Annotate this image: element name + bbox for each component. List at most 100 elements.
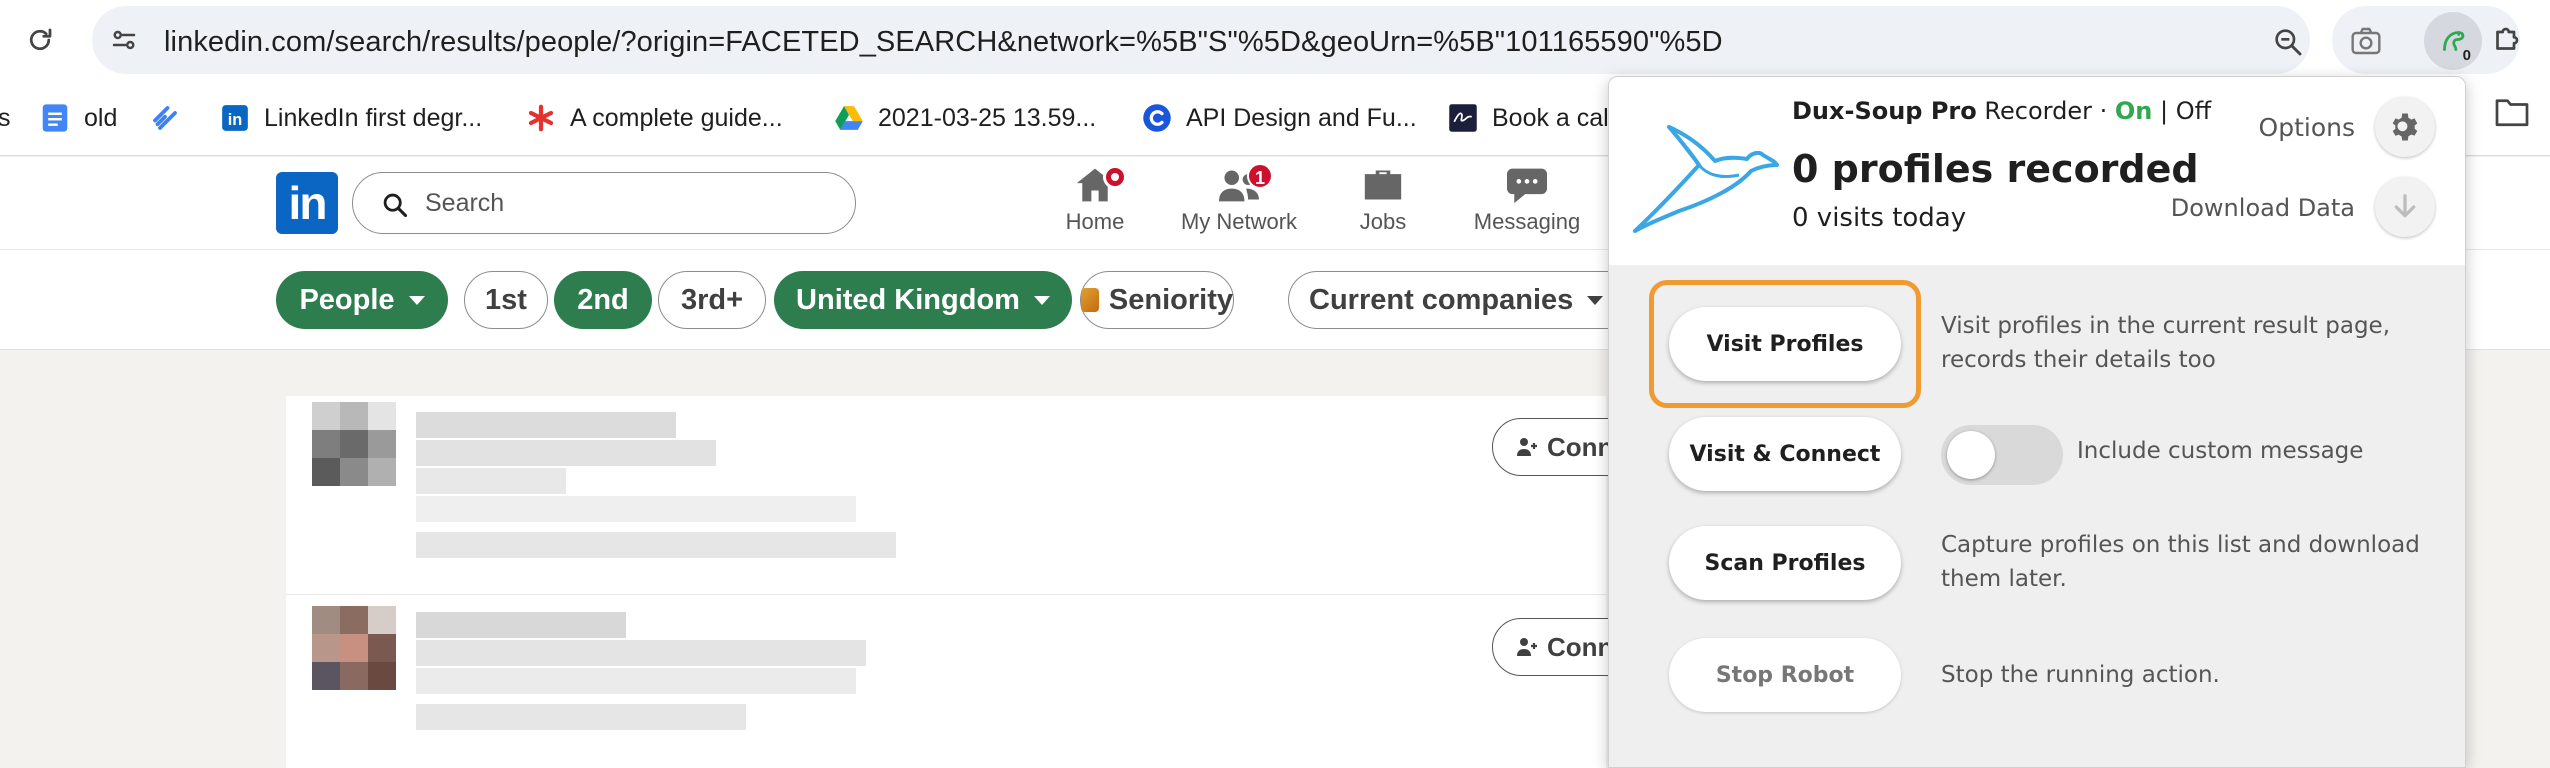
action-row-stop-robot: Stop Robot Stop the running action. (1609, 630, 2465, 720)
divider (286, 594, 1606, 595)
camera-icon[interactable] (2350, 26, 2382, 61)
chevron-down-icon (1587, 295, 1604, 305)
options-button[interactable] (2375, 97, 2435, 157)
filter-label: People (299, 283, 395, 316)
linkedin-logo[interactable]: in (276, 172, 338, 234)
result-row[interactable]: Connect (286, 396, 1652, 596)
filter-label: 3rd+ (680, 283, 744, 316)
bookmark-item[interactable]: Book a cal (1448, 96, 1609, 140)
visit-profiles-button[interactable]: Visit Profiles (1669, 307, 1901, 381)
linkedin-icon: in (220, 103, 250, 133)
chevron-down-icon (1033, 295, 1050, 305)
blurred-mutual (416, 704, 746, 730)
action-description: Capture profiles on this list and downlo… (1941, 532, 2420, 592)
blurred-headline (416, 640, 866, 666)
options-label[interactable]: Options (2259, 113, 2355, 142)
blurred-headline (416, 440, 716, 466)
stop-robot-button[interactable]: Stop Robot (1669, 638, 1901, 712)
signature-icon (1448, 103, 1478, 133)
home-icon (1073, 165, 1127, 205)
download-data-label[interactable]: Download Data (2171, 194, 2355, 222)
recorder-off-toggle[interactable]: Off (2176, 97, 2211, 125)
bookmark-item[interactable]: in LinkedIn first degr... (220, 96, 482, 140)
product-name: Dux-Soup Pro (1792, 97, 1977, 125)
bookmark-label: Book a cal (1492, 103, 1609, 132)
add-person-icon (1517, 638, 1537, 656)
duxsoup-popup: Dux-Soup Pro Recorder · On | Off 0 profi… (1608, 76, 2466, 768)
extensions-puzzle-icon[interactable] (2490, 20, 2526, 61)
action-row-scan-profiles: Scan Profiles Capture profiles on this l… (1609, 518, 2465, 608)
bookmark-item[interactable]: old (40, 96, 117, 140)
filter-1st[interactable]: 1st (464, 271, 548, 329)
drive-icon (834, 103, 864, 133)
linkedin-search-box[interactable] (352, 172, 856, 234)
bookmark-item[interactable]: API Design and Fu... (1142, 96, 1417, 140)
bookmark-label: old (84, 103, 118, 132)
bookmark-item[interactable]: A complete guide... (526, 96, 783, 140)
custom-message-toggle[interactable] (1941, 425, 2063, 485)
avatar[interactable] (312, 402, 396, 486)
messaging-icon (1505, 165, 1549, 205)
bookmark-item[interactable] (150, 96, 180, 140)
nav-messaging[interactable]: Messaging (1462, 165, 1592, 245)
network-icon: 1 (1217, 163, 1273, 205)
duxsoup-extension-icon[interactable]: 0 (2424, 12, 2482, 70)
filter-seniority[interactable]: Seniority (1080, 271, 1234, 329)
nav-my-network[interactable]: 1 My Network (1174, 163, 1304, 245)
zoom-out-icon[interactable] (2272, 26, 2304, 63)
download-data-button[interactable] (2375, 177, 2435, 237)
browser-toolbar: linkedin.com/search/results/people/?orig… (0, 0, 2550, 80)
nav-home[interactable]: Home (1030, 165, 1160, 245)
filter-3rd-plus[interactable]: 3rd+ (658, 271, 766, 329)
reload-icon[interactable] (22, 22, 58, 58)
c-icon (1142, 103, 1172, 133)
avatar[interactable] (312, 606, 396, 690)
site-info-icon[interactable] (106, 22, 142, 58)
svg-text:in: in (228, 111, 243, 129)
nav-label: My Network (1180, 209, 1298, 234)
download-arrow-icon (2394, 194, 2416, 218)
notification-badge: 1 (1247, 163, 1273, 189)
scan-profiles-button[interactable]: Scan Profiles (1669, 526, 1901, 600)
blurred-name (416, 612, 626, 638)
bookmark-item[interactable]: 2021-03-25 13.59... (834, 96, 1096, 140)
visit-and-connect-button[interactable]: Visit & Connect (1669, 417, 1901, 491)
blurred-name (416, 412, 676, 438)
url-text[interactable]: linkedin.com/search/results/people/?orig… (164, 26, 1723, 59)
result-row[interactable]: Connect (286, 596, 1652, 768)
asterisk-icon (526, 103, 556, 133)
filter-label: Current companies (1309, 283, 1574, 316)
bookmark-label: 2021-03-25 13.59... (878, 103, 1097, 132)
visits-today-count: 0 visits today (1792, 203, 1967, 233)
address-bar[interactable]: linkedin.com/search/results/people/?orig… (92, 6, 2369, 74)
notification-dot (1103, 165, 1127, 189)
action-description: Visit profiles in the current result pag… (1941, 313, 2391, 373)
bookmark-label: s (0, 103, 11, 132)
blurred-mutual (416, 532, 896, 558)
recorder-label: Recorder · (1976, 97, 2115, 125)
nav-label: Home (1065, 209, 1125, 234)
search-results-list: Connect Connect (286, 396, 1652, 768)
recorder-on-toggle[interactable]: On (2115, 97, 2153, 125)
filter-current-companies[interactable]: Current companies (1288, 271, 1608, 329)
blurred-location (416, 668, 856, 694)
add-person-icon (1517, 438, 1537, 456)
bookmark-label: LinkedIn first degr... (264, 103, 483, 132)
chevron-down-icon (408, 295, 425, 305)
bookmark-item[interactable]: s (0, 96, 11, 140)
filter-label: United Kingdom (796, 283, 1020, 316)
folder-icon[interactable] (2494, 96, 2530, 133)
filter-location-dropdown[interactable]: United Kingdom (774, 271, 1072, 329)
filter-people-dropdown[interactable]: People (276, 271, 448, 329)
nav-jobs[interactable]: Jobs (1318, 165, 1448, 245)
bookmark-label: A complete guide... (570, 103, 783, 132)
custom-message-label: Include custom message (2077, 438, 2364, 464)
separator: | (2152, 97, 2176, 125)
search-input[interactable] (425, 183, 835, 223)
action-row-visit-profiles: Visit Profiles Visit profiles in the cur… (1609, 299, 2465, 389)
profiles-recorded-count: 0 profiles recorded (1792, 147, 2199, 191)
filter-2nd[interactable]: 2nd (554, 271, 652, 329)
zapier-like-icon (150, 103, 180, 133)
duxsoup-title: Dux-Soup Pro Recorder · On | Off (1792, 97, 2211, 125)
bookmark-label: API Design and Fu... (1186, 103, 1417, 132)
